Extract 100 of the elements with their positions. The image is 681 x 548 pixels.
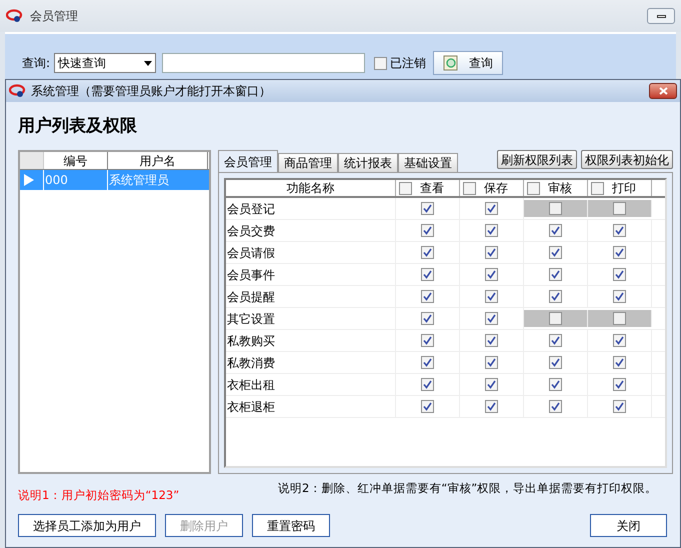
checkbox[interactable] (613, 224, 626, 237)
app-logo-icon (9, 84, 27, 98)
checkmark-icon (487, 292, 496, 301)
checkmark-icon (423, 270, 432, 279)
window-title: 会员管理 (30, 8, 78, 25)
checkbox[interactable] (613, 356, 626, 369)
dialog-button[interactable]: 重置密码 (252, 514, 330, 537)
checkbox[interactable] (485, 268, 498, 281)
checkmark-icon (551, 336, 560, 345)
checkmark-icon (551, 270, 560, 279)
checkbox[interactable] (485, 246, 498, 259)
checkmark-icon (487, 380, 496, 389)
checkbox[interactable] (613, 268, 626, 281)
checkbox[interactable] (549, 246, 562, 259)
column-header: 查看 (420, 180, 444, 197)
checkmark-icon (487, 314, 496, 323)
checkbox[interactable] (421, 334, 434, 347)
checkmark-icon (487, 402, 496, 411)
checkbox[interactable] (485, 290, 498, 303)
action-button[interactable]: 权限列表初始化 (581, 150, 673, 169)
checkbox[interactable] (549, 290, 562, 303)
checkbox[interactable] (613, 290, 626, 303)
query-mode-dropdown[interactable]: 快速查询 (54, 53, 156, 73)
function-name-cell: 会员事件 (226, 264, 396, 285)
query-input-field[interactable] (162, 53, 366, 73)
function-name-cell: 其它设置 (226, 308, 396, 329)
query-button[interactable]: 查询 (433, 51, 504, 75)
checkbox[interactable] (485, 400, 498, 413)
checkmark-icon (423, 380, 432, 389)
note-text: 说明1：用户初始密码为“123” (18, 486, 180, 504)
checkbox[interactable] (549, 356, 562, 369)
dropdown-arrow-icon (144, 60, 152, 66)
function-name-cell: 私教消费 (226, 352, 396, 373)
close-icon (658, 87, 668, 95)
function-name-cell: 会员请假 (226, 242, 396, 263)
checkbox[interactable] (421, 268, 434, 281)
checkmark-icon (615, 336, 624, 345)
checkmark-icon (551, 402, 560, 411)
function-name-cell: 衣柜退柜 (226, 396, 396, 417)
checkbox[interactable] (613, 246, 626, 259)
checkbox[interactable] (421, 224, 434, 237)
checkbox[interactable] (613, 378, 626, 391)
checkbox[interactable] (549, 400, 562, 413)
checkbox[interactable] (613, 334, 626, 347)
checkbox[interactable] (374, 56, 388, 70)
checkmark-icon (423, 248, 432, 257)
checkmark-icon (615, 380, 624, 389)
checkmark-icon (615, 226, 624, 235)
checkbox[interactable] (485, 224, 498, 237)
action-button[interactable]: 刷新权限列表 (497, 150, 577, 169)
checkbox[interactable] (421, 202, 434, 215)
table-cell-text: 系统管理员 (108, 172, 170, 189)
checkbox[interactable] (421, 246, 434, 259)
column-header: 用户名 (108, 152, 208, 169)
close-button[interactable] (649, 83, 677, 99)
checkbox[interactable] (485, 356, 498, 369)
checkmark-icon (615, 402, 624, 411)
checkbox[interactable] (421, 312, 434, 325)
checkmark-icon (487, 270, 496, 279)
column-header: 编号 (44, 152, 108, 169)
tab[interactable]: 基础设置 (398, 153, 458, 172)
minimize-icon (656, 14, 666, 18)
checkbox[interactable] (591, 182, 604, 194)
checkmark-icon (487, 336, 496, 345)
minimize-button[interactable] (647, 8, 675, 24)
column-header: 打印 (612, 180, 636, 197)
checkmark-icon (423, 402, 432, 411)
checkmark-icon (423, 226, 432, 235)
checkmark-icon (487, 204, 496, 213)
checkmark-icon (551, 248, 560, 257)
checkmark-icon (487, 248, 496, 257)
checkbox[interactable] (485, 312, 498, 325)
function-name-cell: 会员交费 (226, 220, 396, 241)
checkbox[interactable] (421, 290, 434, 303)
function-name-cell: 私教购买 (226, 330, 396, 351)
checkmark-icon (423, 314, 432, 323)
checkbox[interactable] (399, 182, 412, 194)
checkbox[interactable] (549, 378, 562, 391)
checkbox[interactable] (549, 224, 562, 237)
checkbox[interactable] (421, 400, 434, 413)
checkbox[interactable] (613, 400, 626, 413)
dialog-button[interactable]: 关闭 (590, 514, 667, 537)
checkbox[interactable] (421, 378, 434, 391)
checkbox[interactable] (549, 268, 562, 281)
dialog-button[interactable]: 选择员工添加为用户 (18, 514, 156, 537)
tab[interactable]: 统计报表 (338, 153, 398, 172)
tab[interactable]: 会员管理 (218, 150, 278, 172)
row-header-cell (20, 152, 44, 169)
checkbox[interactable] (485, 202, 498, 215)
checkmark-icon (615, 292, 624, 301)
checkbox[interactable] (527, 182, 540, 194)
checkbox[interactable] (549, 334, 562, 347)
tab[interactable]: 商品管理 (278, 153, 338, 172)
checkmark-icon (551, 380, 560, 389)
checkbox[interactable] (485, 334, 498, 347)
column-header: 保存 (484, 180, 508, 197)
function-name-cell: 会员登记 (226, 198, 396, 219)
checkbox[interactable] (463, 182, 476, 194)
checkbox[interactable] (421, 356, 434, 369)
checkbox[interactable] (485, 378, 498, 391)
